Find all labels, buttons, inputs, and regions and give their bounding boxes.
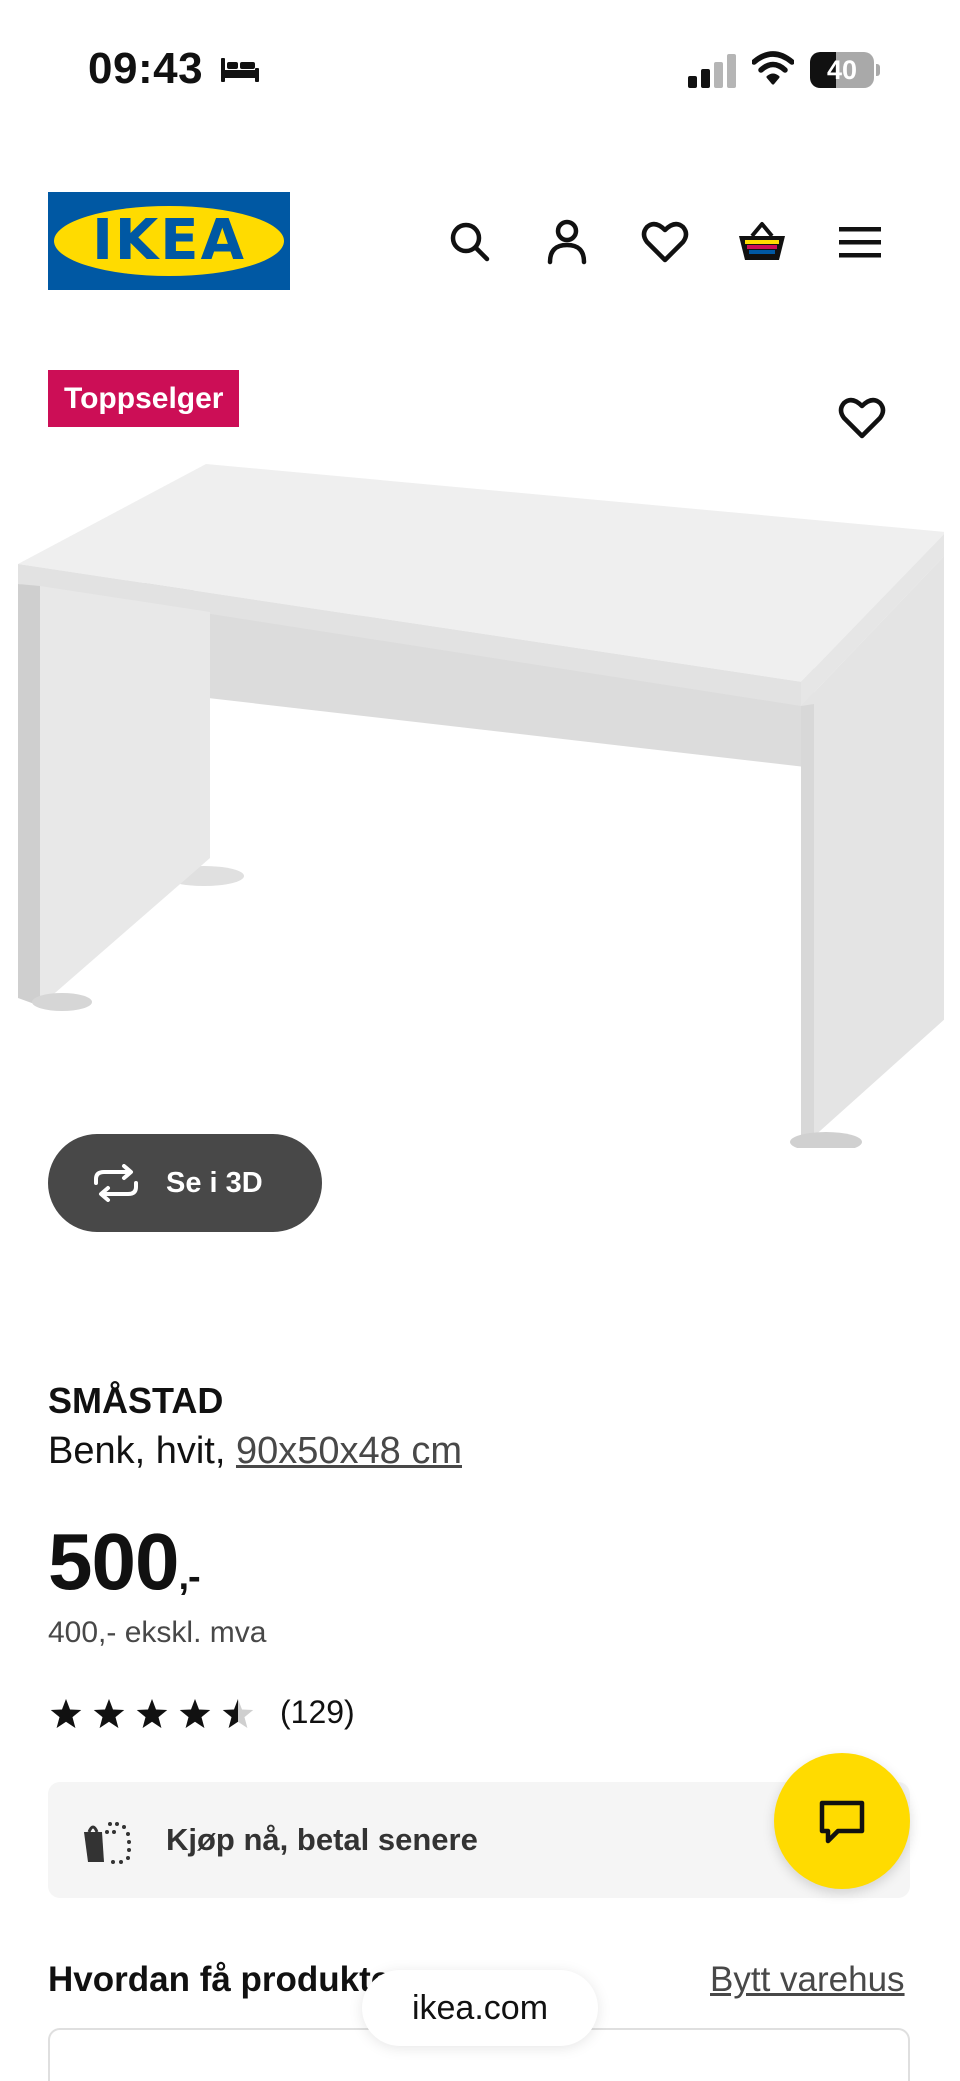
search-icon[interactable] xyxy=(444,216,496,268)
account-icon[interactable] xyxy=(541,216,593,268)
basket-icon[interactable] xyxy=(736,216,788,268)
rating-count: (129) xyxy=(280,1694,355,1730)
add-to-favourites-button[interactable] xyxy=(836,392,888,444)
price-excl-vat: 400,- ekskl. mva xyxy=(48,1616,267,1649)
product-size-link[interactable]: 90x50x48 cm xyxy=(236,1430,462,1472)
top-seller-badge: Toppselger xyxy=(48,370,240,427)
shopping-bag-dotted-icon xyxy=(84,1822,131,1864)
view-in-3d-label: Se i 3D xyxy=(166,1167,263,1199)
rating-star xyxy=(222,1699,254,1728)
rating-star xyxy=(179,1699,211,1728)
site-header: IKEA xyxy=(0,190,960,296)
product-price: 500,- xyxy=(48,1516,201,1608)
product-name: SMÅSTAD xyxy=(48,1380,224,1421)
delivery-section-title: Hvordan få produkter xyxy=(48,1960,404,1999)
price-main: 500 xyxy=(48,1517,179,1606)
rating-star xyxy=(93,1699,125,1728)
battery-level: 40 xyxy=(826,55,858,85)
heart-icon xyxy=(838,397,886,439)
logo-text: IKEA xyxy=(92,208,246,273)
ikea-logo[interactable]: IKEA xyxy=(48,192,290,290)
bed-icon xyxy=(221,58,259,82)
menu-icon[interactable] xyxy=(834,216,886,268)
view-in-3d-button[interactable]: Se i 3D xyxy=(48,1134,322,1232)
browser-url-bar[interactable]: ikea.com xyxy=(362,1970,598,2046)
product-description: Benk, hvit, 90x50x48 cm xyxy=(48,1430,462,1473)
heart-icon[interactable] xyxy=(639,216,691,268)
cellular-signal-icon xyxy=(688,54,736,88)
status-bar: 09:43 40 xyxy=(0,0,960,140)
rotate-3d-icon xyxy=(94,1164,138,1202)
pay-later-label: Kjøp nå, betal senere xyxy=(166,1822,478,1857)
product-type-color: Benk, hvit, xyxy=(48,1430,226,1472)
product-image[interactable] xyxy=(14,458,944,1148)
rating-star xyxy=(50,1699,82,1728)
battery-icon: 40 xyxy=(810,52,880,88)
change-store-link[interactable]: Bytt varehus xyxy=(710,1960,905,2000)
price-suffix: ,- xyxy=(178,1556,200,1598)
wifi-icon xyxy=(752,51,794,85)
status-time: 09:43 xyxy=(88,44,204,93)
rating-stars xyxy=(50,1699,254,1728)
rating-star xyxy=(136,1699,168,1728)
chat-button[interactable] xyxy=(774,1753,910,1889)
chat-icon xyxy=(819,1800,865,1844)
